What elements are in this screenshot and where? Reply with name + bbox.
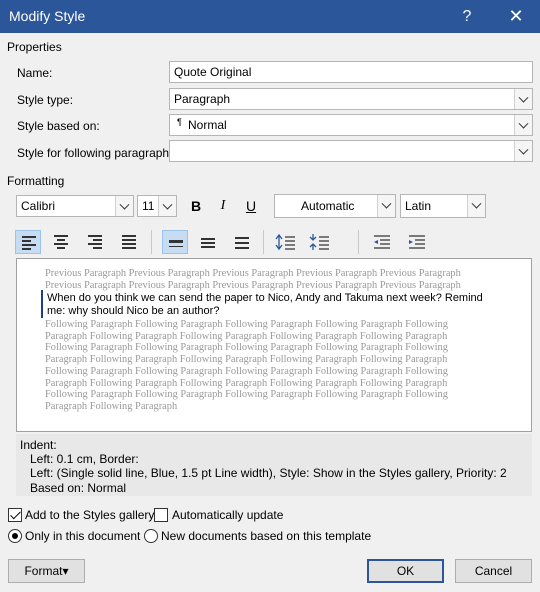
align-left-button[interactable]	[15, 230, 41, 254]
help-icon[interactable]: ?	[447, 0, 487, 33]
preview-previous-paragraph: Previous Paragraph Previous Paragraph Pr…	[45, 268, 461, 291]
decrease-indent-icon	[374, 235, 390, 249]
based-on-value: Normal	[188, 118, 227, 132]
font-color-select[interactable]: Automatic	[274, 194, 396, 218]
toolbar-divider	[151, 230, 152, 254]
description-line: Left: (Single solid line, Blue, 1.5 pt L…	[30, 466, 507, 480]
preview-sample-paragraph: When do you think we can send the paper …	[47, 292, 483, 317]
window-title: Modify Style	[9, 8, 86, 24]
font-color-value: Automatic	[301, 199, 355, 213]
close-icon[interactable]: ✕	[496, 0, 536, 33]
name-field[interactable]: Quote Original	[169, 61, 533, 83]
style-description: Indent: Left: 0.1 cm, Border: Left: (Sin…	[16, 434, 532, 496]
formatting-section-label: Formatting	[7, 174, 65, 188]
one-half-spacing-button[interactable]	[195, 230, 221, 254]
chevron-down-icon[interactable]	[467, 195, 485, 217]
justify-icon	[122, 235, 136, 251]
chevron-down-icon[interactable]	[514, 115, 532, 135]
chevron-down-icon[interactable]	[514, 141, 532, 161]
increase-indent-icon	[409, 235, 425, 249]
add-to-gallery-checkbox[interactable]	[8, 508, 22, 522]
justify-button[interactable]	[116, 230, 142, 254]
only-this-document-radio[interactable]	[8, 529, 22, 543]
toolbar-divider	[263, 230, 264, 254]
one-half-spacing-icon	[201, 238, 215, 250]
double-spacing-icon	[235, 237, 249, 251]
align-left-icon	[22, 236, 36, 252]
paragraph-space-up-button[interactable]	[273, 230, 299, 254]
based-on-select[interactable]: ¶ Normal	[169, 114, 533, 136]
only-this-document-label[interactable]: Only in this document	[25, 529, 140, 543]
decrease-indent-button[interactable]	[369, 230, 395, 254]
paragraph-space-down-button[interactable]	[307, 230, 333, 254]
italic-button[interactable]: I	[212, 195, 234, 217]
format-menu-button[interactable]: Format▾	[8, 559, 85, 583]
format-label: Format	[24, 564, 63, 578]
align-right-icon	[88, 235, 102, 251]
description-line: Left: 0.1 cm, Border:	[30, 452, 139, 466]
style-preview: Previous Paragraph Previous Paragraph Pr…	[16, 258, 532, 432]
single-spacing-button[interactable]	[162, 230, 188, 254]
script-select[interactable]: Latin	[400, 194, 486, 218]
underline-button[interactable]: U	[240, 195, 262, 217]
description-line: Indent:	[20, 438, 57, 452]
align-center-button[interactable]	[48, 230, 74, 254]
auto-update-label[interactable]: Automatically update	[172, 508, 283, 522]
align-right-button[interactable]	[82, 230, 108, 254]
double-spacing-button[interactable]	[229, 230, 255, 254]
title-bar: Modify Style ? ✕	[0, 0, 540, 33]
preview-left-border	[41, 290, 43, 318]
properties-section-label: Properties	[7, 40, 62, 54]
cancel-button[interactable]: Cancel	[455, 559, 532, 583]
paragraph-mark-icon: ¶	[177, 117, 182, 127]
auto-update-checkbox[interactable]	[154, 508, 168, 522]
following-select[interactable]	[169, 140, 533, 162]
based-on-label: Style based on:	[17, 119, 100, 133]
font-size-select[interactable]: 11	[137, 195, 177, 217]
chevron-down-icon[interactable]	[514, 89, 532, 109]
script-value: Latin	[405, 199, 432, 213]
chevron-down-icon[interactable]	[377, 195, 395, 217]
space-before-icon	[275, 233, 295, 251]
font-size-value: 11	[142, 199, 155, 213]
space-after-icon	[309, 234, 329, 250]
increase-indent-button[interactable]	[404, 230, 430, 254]
style-type-value: Paragraph	[174, 92, 231, 106]
font-value: Calibri	[21, 199, 56, 213]
font-select[interactable]: Calibri	[16, 195, 134, 217]
toolbar-divider	[358, 230, 359, 254]
add-to-gallery-label[interactable]: Add to the Styles gallery	[25, 508, 154, 522]
chevron-down-icon: ▾	[62, 564, 69, 578]
chevron-down-icon[interactable]	[115, 196, 133, 216]
chevron-down-icon[interactable]	[158, 196, 176, 216]
new-documents-radio[interactable]	[144, 529, 158, 543]
bold-button[interactable]: B	[185, 195, 207, 217]
style-type-label: Style type:	[17, 93, 74, 107]
align-center-icon	[54, 235, 68, 251]
style-type-select[interactable]: Paragraph	[169, 88, 533, 110]
ok-button[interactable]: OK	[367, 559, 444, 583]
new-documents-label[interactable]: New documents based on this template	[161, 529, 371, 543]
single-spacing-icon	[169, 240, 183, 250]
following-label: Style for following paragraph:	[17, 146, 173, 160]
preview-following-paragraph: Following Paragraph Following Paragraph …	[45, 319, 448, 412]
description-line: Based on: Normal	[30, 481, 127, 495]
name-label: Name:	[17, 66, 53, 80]
